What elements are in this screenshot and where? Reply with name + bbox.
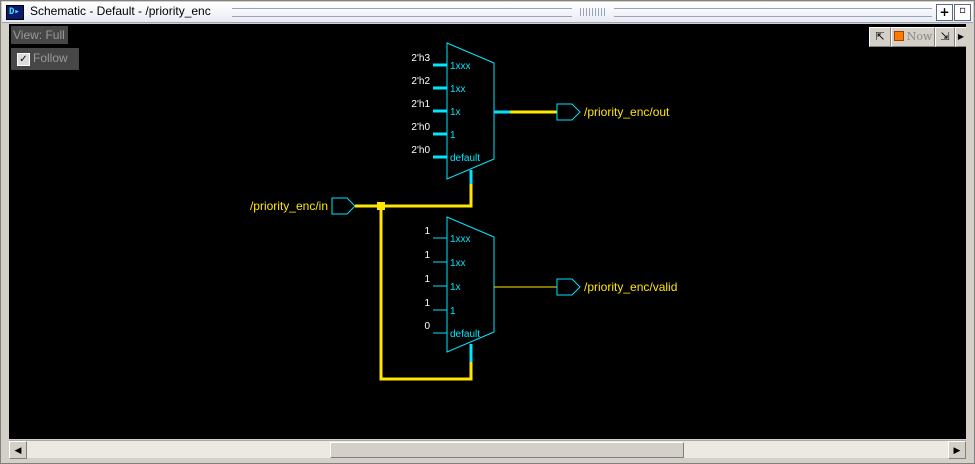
in-port-label: /priority_enc/in <box>250 199 328 213</box>
mux-top-port-4: default <box>450 153 480 164</box>
in-net-wire[interactable] <box>355 170 473 381</box>
schematic-diagram: 2'h3 2'h2 2'h1 2'h0 2'h0 1xxx 1xx 1x 1 d… <box>250 42 677 381</box>
window-title: Schematic - Default - /priority_enc <box>30 4 211 18</box>
mux-bottom-const-2: 1 <box>424 274 430 285</box>
title-drag-grip-right[interactable] <box>614 8 932 17</box>
mux-top-input-stubs <box>433 63 447 159</box>
mux-bottom-const-3: 1 <box>424 298 430 309</box>
title-bar[interactable]: D▸ Schematic - Default - /priority_enc +… <box>2 2 973 23</box>
schematic-window: D▸ Schematic - Default - /priority_enc +… <box>0 0 975 464</box>
mux-top-port-3: 1 <box>450 130 456 141</box>
schematic-canvas[interactable]: View: Full ✓ Follow ⇱ Now ⇲ ▶ 2'h3 2'h2 … <box>9 24 966 439</box>
scroll-right-button[interactable]: ▶ <box>948 441 966 459</box>
undock-button[interactable]: ▫ <box>954 4 971 21</box>
mux-bottom-input-stubs <box>433 237 447 334</box>
out-port-label: /priority_enc/out <box>584 105 670 119</box>
valid-port-label: /priority_enc/valid <box>584 280 677 294</box>
in-port-icon[interactable] <box>331 197 356 215</box>
schematic-app-icon: D▸ <box>6 5 24 20</box>
mux-top-const-0: 2'h3 <box>411 53 430 64</box>
mux-top-const-3: 2'h0 <box>411 122 430 133</box>
mux-bottom-port-2: 1x <box>450 282 461 293</box>
mux-bottom-const-1: 1 <box>424 250 430 261</box>
scroll-left-button[interactable]: ◀ <box>9 441 27 459</box>
title-drag-grip[interactable] <box>232 8 572 17</box>
mux-bottom-const-0: 1 <box>424 226 430 237</box>
mux-bottom-const-4: 0 <box>424 321 430 332</box>
mux-bottom-port-4: default <box>450 329 480 340</box>
mux-top-const-2: 2'h1 <box>411 99 430 110</box>
mux-top-const-4: 2'h0 <box>411 145 430 156</box>
out-port-icon[interactable] <box>556 103 581 121</box>
add-pane-button[interactable]: + <box>936 4 953 21</box>
mux-top-port-0: 1xxx <box>450 61 471 72</box>
scroll-thumb[interactable] <box>330 442 684 458</box>
mux-bottom-port-3: 1 <box>450 306 456 317</box>
title-grip-dots[interactable] <box>580 8 606 16</box>
mux-bottom-port-0: 1xxx <box>450 234 471 245</box>
horizontal-scrollbar[interactable]: ◀ ▶ <box>9 440 966 459</box>
valid-port-icon[interactable] <box>556 278 581 296</box>
mux-top-const-1: 2'h2 <box>411 76 430 87</box>
mux-bottom-port-1: 1xx <box>450 258 466 269</box>
mux-top-port-1: 1xx <box>450 84 466 95</box>
net-junction-dot <box>377 202 385 210</box>
mux-top-port-2: 1x <box>450 107 461 118</box>
